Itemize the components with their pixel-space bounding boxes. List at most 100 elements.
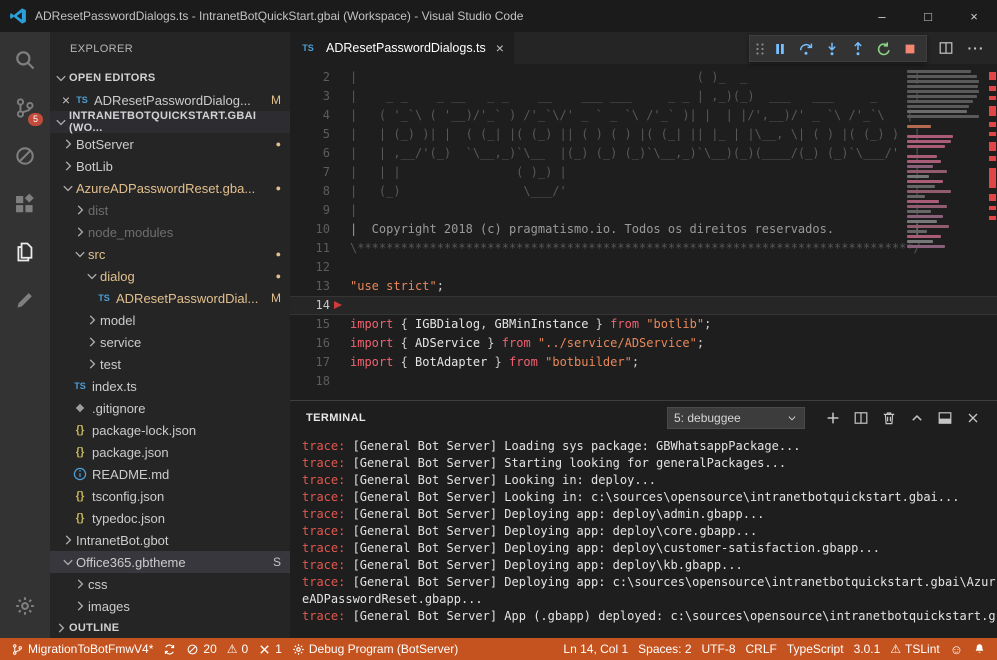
terminal-panel-button[interactable] (931, 404, 959, 432)
current-line-arrow-icon (334, 301, 342, 309)
minimap[interactable] (905, 64, 985, 400)
minimap-line (907, 75, 977, 78)
tree-item-tsconfig-json[interactable]: {}tsconfig.json (50, 485, 290, 507)
status-encoding[interactable]: UTF-8 (697, 638, 741, 660)
terminal-tab[interactable]: TERMINAL (306, 412, 366, 424)
debug-grip-button[interactable] (753, 36, 767, 61)
minimap-line (907, 180, 943, 183)
terminal-close-x-button[interactable] (959, 404, 987, 432)
tree-item-botserver[interactable]: BotServer● (50, 133, 290, 155)
status-tasks[interactable]: 1 (253, 638, 287, 660)
tree-item-test[interactable]: test (50, 353, 290, 375)
code-line-8[interactable]: 8| (_) \___/' | (290, 182, 997, 201)
tree-item-azureadpasswordreset-gba-[interactable]: AzureADPasswordReset.gba...● (50, 177, 290, 199)
status-git-branch[interactable]: MigrationToBotFmwV4* (6, 638, 158, 660)
activity-item-debug[interactable] (0, 132, 50, 180)
debug-restart-button[interactable] (871, 36, 897, 61)
tree-item-src[interactable]: src● (50, 243, 290, 265)
status-debug-configuration[interactable]: Debug Program (BotServer) (287, 638, 463, 660)
status-indentation[interactable]: Spaces: 2 (633, 638, 696, 660)
tree-item-index-ts[interactable]: TSindex.ts (50, 375, 290, 397)
tree-item-package-json[interactable]: {}package.json (50, 441, 290, 463)
code-line-18[interactable]: 18 (290, 372, 997, 391)
tree-item-service[interactable]: service (50, 331, 290, 353)
minimize-button[interactable]: – (859, 0, 905, 32)
code-line-16[interactable]: 16import { ADService } from "../service/… (290, 334, 997, 353)
tree-item-dist[interactable]: dist (50, 199, 290, 221)
status-tslint[interactable]: ⚠TSLint (885, 638, 944, 660)
code-line-3[interactable]: 3| _ _ _ __ _ _ __ ___ ___ _ _ | ,_)(_) … (290, 87, 997, 106)
activity-item-extensions[interactable] (0, 180, 50, 228)
code-line-2[interactable]: 2| ( )_ _ | (290, 68, 997, 87)
tree-item-package-lock-json[interactable]: {}package-lock.json (50, 419, 290, 441)
debug-stop-button[interactable] (897, 36, 923, 61)
activity-item-search[interactable] (0, 36, 50, 84)
trace-prefix: trace: (302, 439, 345, 453)
status-ts-version[interactable]: 3.0.1 (849, 638, 886, 660)
split-button[interactable] (933, 35, 959, 61)
code-line-15[interactable]: 15import { IGBDialog, GBMinInstance } fr… (290, 315, 997, 334)
code-line-7[interactable]: 7| | | ( )_) | | (290, 163, 997, 182)
terminal-output[interactable]: trace: [General Bot Server] Loading sys … (290, 435, 997, 638)
terminal-split-button[interactable] (847, 404, 875, 432)
code-text: | (_) \___/' | (330, 182, 921, 201)
code-text (330, 258, 350, 277)
debug-pause-button[interactable] (767, 36, 793, 61)
open-editor-item[interactable]: ×TSADResetPasswordDialog...M (50, 89, 290, 111)
code-line-6[interactable]: 6| | ,__/'(_) `\__,_)`\__ |(_) (_) (_)`\… (290, 144, 997, 163)
code-line-10[interactable]: 10| Copyright 2018 (c) pragmatismo.io. T… (290, 220, 997, 239)
code-editor[interactable]: 2| ( )_ _ |3| _ _ _ __ _ _ __ ___ ___ _ … (290, 64, 997, 400)
code-line-12[interactable]: 12 (290, 258, 997, 277)
activity-item-edit[interactable] (0, 276, 50, 324)
tree-item-dialog[interactable]: dialog● (50, 265, 290, 287)
outline-section-header[interactable]: OUTLINE (50, 617, 290, 638)
terminal-text: [General Bot Server] Loading sys package… (345, 439, 800, 453)
tree-item-readme-md[interactable]: README.md (50, 463, 290, 485)
debug-step-out-button[interactable] (845, 36, 871, 61)
tree-item-typedoc-json[interactable]: {}typedoc.json (50, 507, 290, 529)
maximize-button[interactable]: □ (905, 0, 951, 32)
terminal-chevron-up-button[interactable] (903, 404, 931, 432)
tree-item-images[interactable]: images (50, 595, 290, 617)
terminal-trash-button[interactable] (875, 404, 903, 432)
status-sync[interactable] (158, 638, 181, 660)
code-line-13[interactable]: 13"use strict"; (290, 277, 997, 296)
terminal-selector-dropdown[interactable]: 5: debuggee (667, 407, 805, 429)
tab-close-icon[interactable]: × (496, 40, 504, 56)
workspace-section-header[interactable]: INTRANETBOTQUICKSTART.GBAI (WO... (50, 111, 290, 133)
debug-step-over-button[interactable] (793, 36, 819, 61)
editor-tab[interactable]: TS ADResetPasswordDialogs.ts × (290, 32, 514, 64)
debug-step-into-button[interactable] (819, 36, 845, 61)
terminal-plus-button[interactable] (819, 404, 847, 432)
activity-item-source-control[interactable]: 5 (0, 84, 50, 132)
tree-item-office365-gbtheme[interactable]: Office365.gbthemeS (50, 551, 290, 573)
code-line-4[interactable]: 4| ( '_`\ ( '__)/'_` ) /'_`\/' _ ` _ `\ … (290, 106, 997, 125)
code-line-5[interactable]: 5| | (_) )| | ( (_| |( (_) || ( ) ( ) |(… (290, 125, 997, 144)
tree-item-adresetpassworddial-[interactable]: TSADResetPasswordDial...M (50, 287, 290, 309)
tree-item-node-modules[interactable]: node_modules (50, 221, 290, 243)
status-warnings[interactable]: ⚠0 (222, 638, 253, 660)
code-line-9[interactable]: 9| | (290, 201, 997, 220)
tree-item-botlib[interactable]: BotLib (50, 155, 290, 177)
status-cursor-position[interactable]: Ln 14, Col 1 (558, 638, 633, 660)
code-line-17[interactable]: 17import { BotAdapter } from "botbuilder… (290, 353, 997, 372)
status-eol[interactable]: CRLF (741, 638, 782, 660)
status-feedback[interactable]: ☺ (945, 638, 968, 660)
code-line-14[interactable]: 14 (290, 296, 997, 315)
chevron-down-icon (53, 114, 69, 130)
close-window-button[interactable]: × (951, 0, 997, 32)
tree-item-intranetbot-gbot[interactable]: IntranetBot.gbot (50, 529, 290, 551)
status-errors[interactable]: 20 (181, 638, 221, 660)
tree-item--gitignore[interactable]: .gitignore (50, 397, 290, 419)
code-line-11[interactable]: 11\*************************************… (290, 239, 997, 258)
settings-button[interactable] (0, 582, 50, 630)
status-language-mode[interactable]: TypeScript (782, 638, 849, 660)
close-icon[interactable]: × (58, 93, 74, 107)
tree-item-css[interactable]: css (50, 573, 290, 595)
status-notifications[interactable] (968, 638, 991, 660)
ellipsis-button[interactable]: ··· (963, 35, 989, 61)
activity-item-explorer[interactable] (0, 228, 50, 276)
open-editors-header[interactable]: OPEN EDITORS (50, 67, 290, 89)
tree-item-model[interactable]: model (50, 309, 290, 331)
main-layout: 5 EXPLORER OPEN EDITORS ×TSADResetPasswo… (0, 32, 997, 638)
